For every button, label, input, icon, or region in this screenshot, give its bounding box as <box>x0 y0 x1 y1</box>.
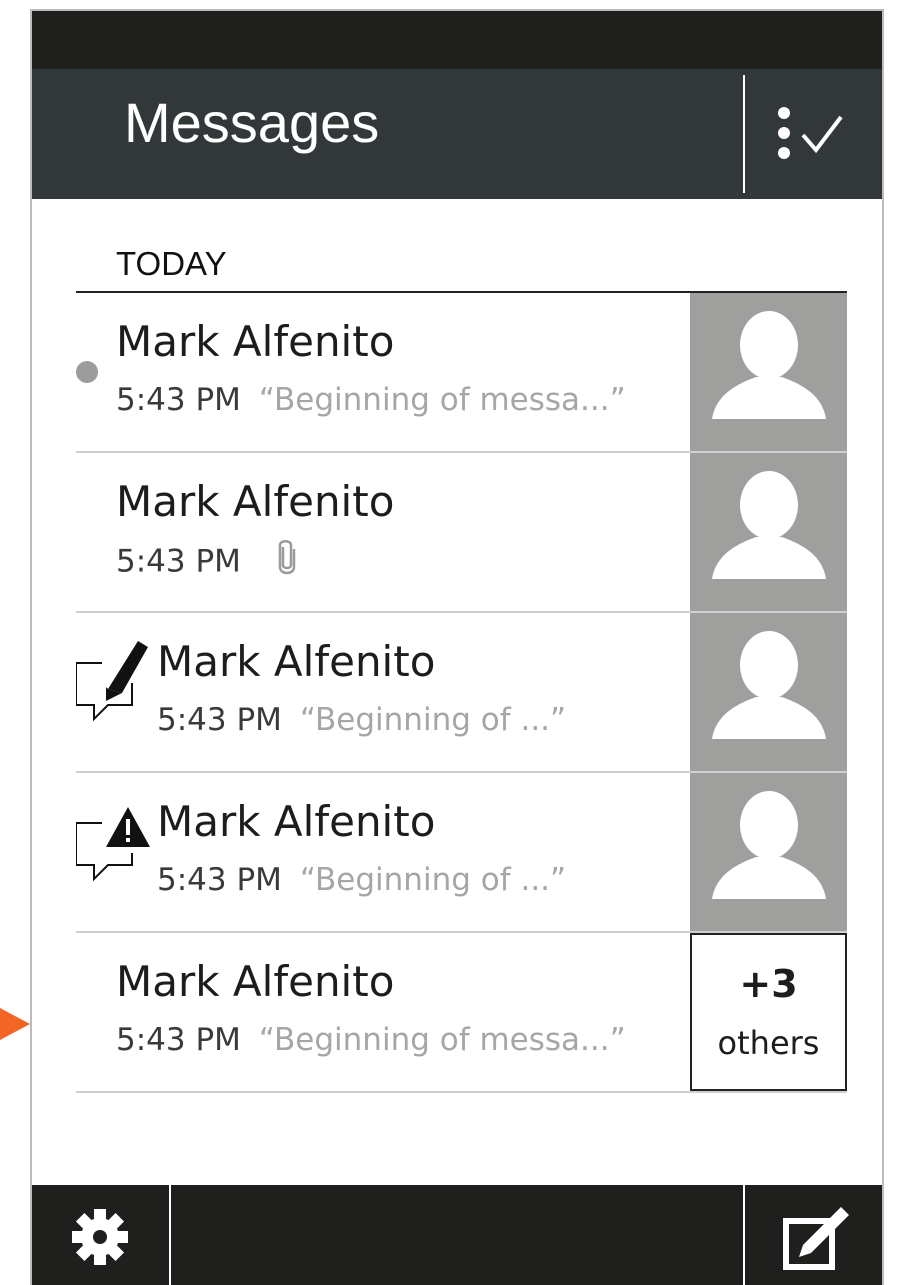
person-silhouette-icon <box>712 791 826 899</box>
message-row[interactable]: Mark Alfenito 5:43 PM “Beginning of messa… <box>76 933 847 1093</box>
message-snippet: “Beginning of ...” <box>299 702 567 738</box>
person-silhouette-icon <box>712 471 826 579</box>
app-header: Messages <box>32 69 882 199</box>
settings-button[interactable] <box>32 1185 169 1285</box>
message-row[interactable]: Mark Alfenito 5:43 PM “Beginning of messa… <box>76 293 847 453</box>
message-meta: 5:43 PM <box>116 540 297 581</box>
select-check-icon <box>778 107 843 159</box>
message-snippet: “Beginning of messa...” <box>258 382 626 418</box>
message-row[interactable]: Mark Alfenito 5:43 PM “Beginning of ...” <box>76 773 847 933</box>
toolbar-divider <box>169 1185 171 1285</box>
others-count: +3 <box>739 962 798 1006</box>
person-silhouette-icon <box>712 311 826 419</box>
draft-pencil-icon <box>76 641 148 722</box>
pointer-arrow-icon <box>0 1008 30 1040</box>
message-meta: 5:43 PM “Beginning of messa...” <box>116 1025 626 1056</box>
message-time: 5:43 PM <box>116 543 241 580</box>
person-silhouette-icon <box>712 631 826 739</box>
phone-frame: Messages TODAY Mark Alfenito 5:43 PM “Beg… <box>30 9 884 1285</box>
sender-name: Mark Alfenito <box>116 477 395 526</box>
others-badge: +3 others <box>690 933 847 1091</box>
message-time: 5:43 PM <box>116 382 241 418</box>
page-title: Messages <box>124 91 380 154</box>
message-row[interactable]: Mark Alfenito 5:43 PM <box>76 453 847 613</box>
sender-name: Mark Alfenito <box>116 957 395 1006</box>
message-meta: 5:43 PM “Beginning of ...” <box>157 865 566 896</box>
message-meta: 5:43 PM “Beginning of messa...” <box>116 385 626 416</box>
compose-icon <box>783 1207 849 1270</box>
message-time: 5:43 PM <box>157 862 282 898</box>
unread-dot <box>76 361 98 383</box>
sender-name: Mark Alfenito <box>157 637 436 686</box>
compose-button[interactable] <box>745 1185 882 1285</box>
sender-name: Mark Alfenito <box>116 317 395 366</box>
message-time: 5:43 PM <box>116 1022 241 1058</box>
bottom-toolbar <box>32 1185 882 1285</box>
others-label: others <box>717 1024 820 1062</box>
message-list: Mark Alfenito 5:43 PM “Beginning of messa… <box>76 293 847 1093</box>
sender-name: Mark Alfenito <box>157 797 436 846</box>
paperclip-icon <box>278 540 296 575</box>
select-button[interactable] <box>745 69 882 199</box>
message-time: 5:43 PM <box>157 702 282 738</box>
message-snippet: “Beginning of ...” <box>299 862 567 898</box>
message-meta: 5:43 PM “Beginning of ...” <box>157 705 566 736</box>
section-label-today: TODAY <box>116 245 227 282</box>
avatar <box>690 453 847 611</box>
avatar <box>690 773 847 931</box>
avatar <box>690 293 847 451</box>
gear-icon <box>72 1209 128 1265</box>
avatar <box>690 613 847 771</box>
message-row[interactable]: Mark Alfenito 5:43 PM “Beginning of ...” <box>76 613 847 773</box>
status-bar <box>32 11 882 69</box>
alert-triangle-icon <box>76 807 150 882</box>
message-snippet: “Beginning of messa...” <box>258 1022 626 1058</box>
